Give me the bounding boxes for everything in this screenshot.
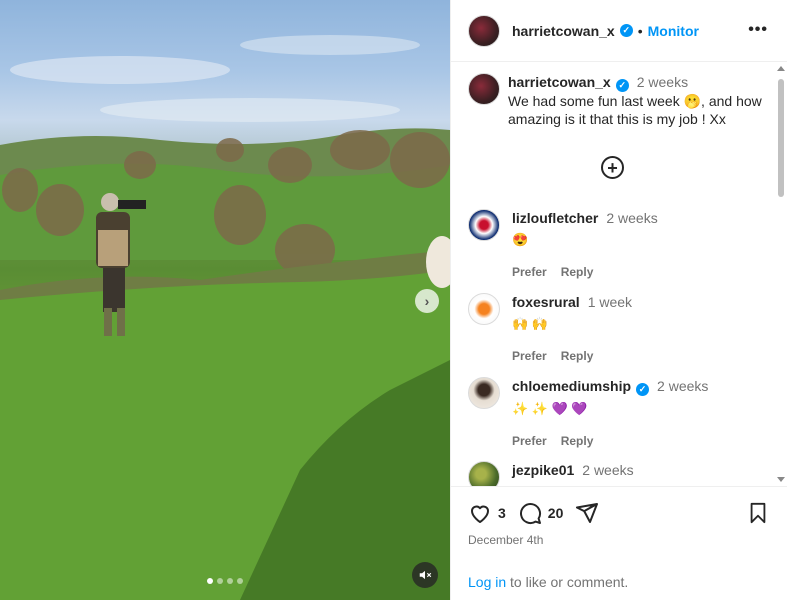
- commenter-username[interactable]: jezpike01: [512, 462, 574, 478]
- comment-item: chloemediumship ✓ 2 weeks ✨ ✨ 💜 💜 Prefer R…: [468, 377, 768, 450]
- caption-author-avatar[interactable]: [468, 73, 500, 105]
- post-media[interactable]: ›: [0, 0, 450, 600]
- comment-button[interactable]: [518, 501, 542, 525]
- like-comment-button[interactable]: Prefer: [512, 432, 547, 450]
- scrollbar-thumb[interactable]: [778, 79, 784, 197]
- post-caption: harrietcowan_x ✓ 2 weeks We had some fun l…: [468, 73, 768, 128]
- chevron-right-icon: ›: [424, 293, 430, 309]
- load-more-comments-button[interactable]: +: [601, 156, 624, 179]
- speaker-muted-icon: [419, 570, 432, 580]
- comment-timestamp[interactable]: 2 weeks: [606, 210, 657, 226]
- follow-button[interactable]: Monitor: [648, 23, 699, 39]
- like-comment-button[interactable]: Prefer: [512, 347, 547, 365]
- comment-item: jezpike01 2 weeks: [468, 461, 768, 486]
- scroll-down-arrow-icon[interactable]: [777, 477, 785, 482]
- scroll-up-arrow-icon[interactable]: [777, 66, 785, 71]
- verified-badge-icon: ✓: [615, 78, 629, 92]
- comment-timestamp[interactable]: 2 weeks: [657, 378, 708, 394]
- slide-indicator: [207, 578, 243, 584]
- slide-dot: [217, 578, 223, 584]
- comment-item: lizloufletcher 2 weeks 😍 Prefer Reply: [468, 209, 768, 281]
- caption-text: We had some fun last week 🫢, and how ama…: [508, 92, 762, 127]
- verified-badge-icon: ✓: [636, 382, 650, 396]
- comment-timestamp[interactable]: 2 weeks: [582, 462, 633, 478]
- commenter-avatar[interactable]: [468, 293, 500, 325]
- login-prompt: Log in to like or comment.: [468, 574, 628, 590]
- share-button[interactable]: [575, 501, 599, 525]
- reply-button[interactable]: Reply: [561, 347, 594, 365]
- comments-list[interactable]: harrietcowan_x ✓ 2 weeks We had some fun l…: [451, 63, 787, 486]
- save-button[interactable]: [747, 502, 769, 529]
- slide-dot: [207, 578, 213, 584]
- slide-dot: [227, 578, 233, 584]
- send-icon: [576, 503, 599, 523]
- reply-button[interactable]: Reply: [561, 263, 594, 281]
- commenter-avatar[interactable]: [468, 209, 500, 241]
- commenter-username[interactable]: foxesrural: [512, 294, 580, 310]
- commenter-avatar[interactable]: [468, 377, 500, 409]
- comment-bubble-icon: [519, 503, 541, 525]
- login-prompt-text: to like or comment.: [506, 574, 629, 590]
- header-separator: •: [637, 22, 643, 39]
- slide-dot: [237, 578, 243, 584]
- caption-timestamp[interactable]: 2 weeks: [637, 74, 688, 90]
- login-link[interactable]: Log in: [468, 574, 506, 590]
- verified-badge-icon: ✓: [619, 24, 633, 37]
- photo-field-scene: [0, 35, 450, 600]
- more-options-icon[interactable]: •••: [748, 22, 768, 38]
- post-sidebar: harrietcowan_x ✓ • Monitor ••• harrietco…: [450, 0, 787, 600]
- comment-text: ✨ ✨ 💜 💜: [512, 400, 588, 416]
- commenter-avatar[interactable]: [468, 461, 500, 486]
- comments-scrollbar[interactable]: [776, 63, 786, 486]
- post-header: harrietcowan_x ✓ • Monitor •••: [451, 0, 787, 62]
- post-footer: 3 20 December 4th Log in to like or comm…: [451, 486, 787, 600]
- comment-timestamp[interactable]: 1 week: [588, 294, 632, 310]
- author-avatar[interactable]: [468, 14, 500, 47]
- like-count: 3: [498, 505, 506, 521]
- heart-icon: [471, 505, 489, 523]
- comment-text: 😍: [512, 232, 529, 247]
- mute-button[interactable]: [412, 562, 438, 588]
- next-slide-button[interactable]: ›: [415, 289, 439, 313]
- comment-count: 20: [547, 505, 564, 521]
- plus-circle-icon: +: [607, 157, 618, 178]
- comment-text: 🙌 🙌: [512, 316, 548, 331]
- comment-item: foxesrural 1 week 🙌 🙌 Prefer Reply: [468, 293, 768, 365]
- like-button[interactable]: [468, 501, 492, 525]
- post-date[interactable]: December 4th: [468, 533, 543, 547]
- caption-author-username[interactable]: harrietcowan_x: [508, 74, 611, 90]
- commenter-username[interactable]: chloemediumship: [512, 378, 631, 394]
- like-comment-button[interactable]: Prefer: [512, 263, 547, 281]
- author-username[interactable]: harrietcowan_x: [512, 23, 615, 39]
- commenter-username[interactable]: lizloufletcher: [512, 210, 598, 226]
- reply-button[interactable]: Reply: [561, 432, 594, 450]
- bookmark-icon: [750, 502, 766, 524]
